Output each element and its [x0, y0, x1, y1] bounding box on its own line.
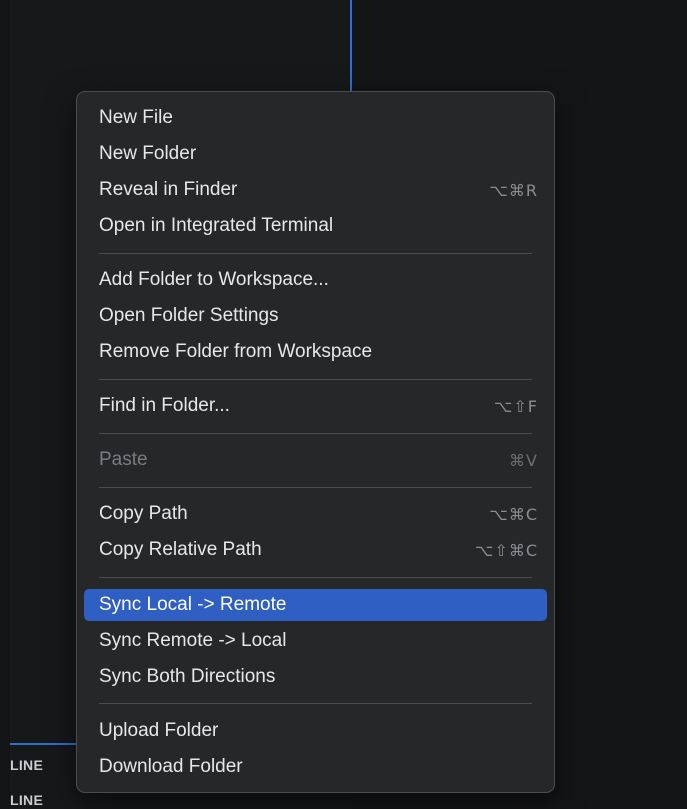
menu-item-label: Remove Folder from Workspace	[99, 341, 373, 362]
menu-item-new-file[interactable]: New File	[84, 102, 547, 134]
menu-separator	[99, 379, 532, 380]
menu-item-label: Sync Both Directions	[99, 666, 276, 687]
menu-separator	[99, 433, 532, 434]
menu-item-label: New File	[99, 107, 173, 128]
menu-item-label: Paste	[99, 449, 148, 470]
menu-item-reveal-in-finder[interactable]: Reveal in Finder ⌥⌘R	[84, 174, 547, 206]
menu-item-copy-path[interactable]: Copy Path ⌥⌘C	[84, 498, 547, 530]
menu-item-label: Upload Folder	[99, 720, 219, 741]
timeline-section-header[interactable]: LINE	[10, 792, 43, 808]
menu-item-shortcut: ⌥⌘R	[489, 180, 538, 200]
menu-item-shortcut: ⌥⇧F	[493, 396, 538, 416]
menu-item-remove-folder-from-workspace[interactable]: Remove Folder from Workspace	[84, 336, 547, 368]
menu-item-copy-relative-path[interactable]: Copy Relative Path ⌥⇧⌘C	[84, 534, 547, 566]
menu-item-label: Reveal in Finder	[99, 179, 238, 200]
menu-item-add-folder-to-workspace[interactable]: Add Folder to Workspace...	[84, 264, 547, 296]
menu-item-shortcut: ⌥⇧⌘C	[474, 540, 538, 560]
menu-item-shortcut: ⌘V	[509, 450, 538, 470]
menu-separator	[99, 253, 532, 254]
menu-item-new-folder[interactable]: New Folder	[84, 138, 547, 170]
menu-item-shortcut: ⌥⌘C	[489, 504, 538, 524]
menu-item-open-in-integrated-terminal[interactable]: Open in Integrated Terminal	[84, 210, 547, 242]
menu-item-sync-remote-to-local[interactable]: Sync Remote -> Local	[84, 625, 547, 657]
menu-item-paste: Paste ⌘V	[84, 444, 547, 476]
menu-item-label: Sync Remote -> Local	[99, 630, 287, 651]
menu-item-label: New Folder	[99, 143, 197, 164]
menu-item-label: Download Folder	[99, 756, 243, 777]
menu-item-sync-both-directions[interactable]: Sync Both Directions	[84, 661, 547, 693]
menu-separator	[99, 487, 532, 488]
menu-item-label: Open Folder Settings	[99, 305, 279, 326]
menu-item-label: Sync Local -> Remote	[99, 594, 287, 615]
menu-item-label: Copy Path	[99, 503, 188, 524]
outline-section-header[interactable]: LINE	[10, 757, 43, 773]
menu-item-open-folder-settings[interactable]: Open Folder Settings	[84, 300, 547, 332]
menu-item-label: Find in Folder...	[99, 395, 230, 416]
explorer-context-menu: New File New Folder Reveal in Finder ⌥⌘R…	[76, 91, 555, 793]
menu-item-download-folder[interactable]: Download Folder	[84, 751, 547, 783]
menu-item-label: Copy Relative Path	[99, 539, 262, 560]
menu-separator	[99, 577, 532, 578]
menu-item-upload-folder[interactable]: Upload Folder	[84, 715, 547, 747]
panel-focus-indicator	[10, 743, 76, 745]
menu-separator	[99, 703, 532, 704]
menu-item-sync-local-to-remote[interactable]: Sync Local -> Remote	[84, 589, 547, 621]
menu-item-find-in-folder[interactable]: Find in Folder... ⌥⇧F	[84, 390, 547, 422]
explorer-pane	[0, 0, 10, 809]
menu-item-label: Open in Integrated Terminal	[99, 215, 334, 236]
menu-item-label: Add Folder to Workspace...	[99, 269, 329, 290]
